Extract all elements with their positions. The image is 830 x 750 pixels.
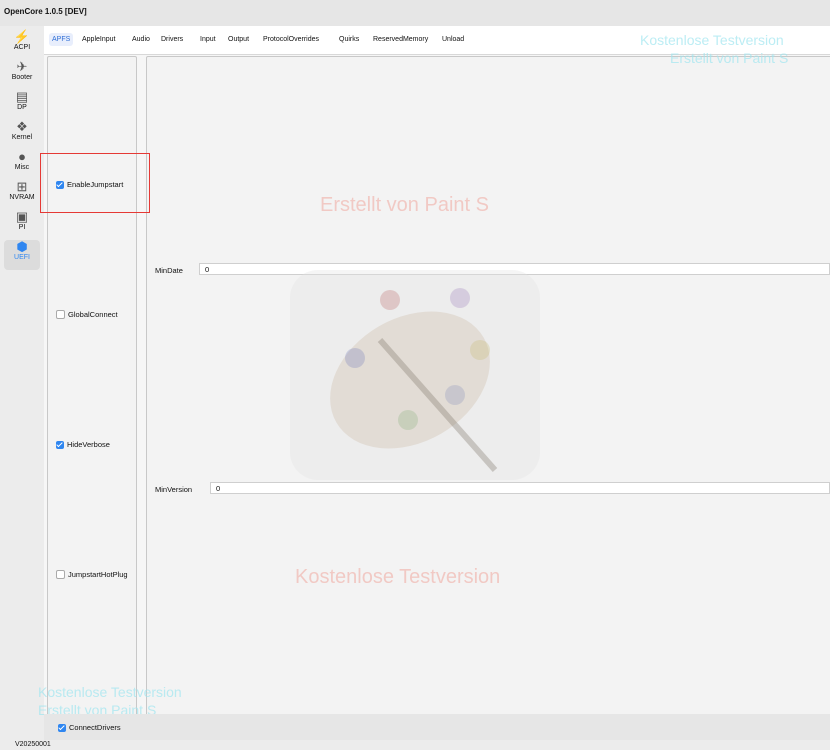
- connectdrivers-checkbox[interactable]: ConnectDrivers: [58, 723, 121, 732]
- watermark-free-trial: Kostenlose Testversion: [295, 566, 501, 588]
- tab-audio[interactable]: Audio: [132, 36, 150, 43]
- tab-appleinput[interactable]: AppleInput: [82, 36, 115, 43]
- checkbox-unchecked-icon: [56, 570, 65, 579]
- sidebar-item-acpi[interactable]: ⚡ ACPI: [4, 29, 40, 52]
- checkbox-checked-icon: [58, 723, 66, 732]
- sidebar-item-pi[interactable]: ▣ PI: [4, 209, 40, 232]
- tab-quirks[interactable]: Quirks: [339, 36, 359, 43]
- globalconnect-checkbox[interactable]: GlobalConnect: [56, 310, 118, 319]
- checkbox-unchecked-icon: [56, 310, 65, 319]
- sidebar-item-dp[interactable]: ▤ DP: [4, 89, 40, 112]
- sidebar-item-uefi[interactable]: ⬢ UEFI: [4, 240, 40, 270]
- sidebar-item-kernel[interactable]: ❖ Kernel: [4, 119, 40, 142]
- kernel-icon: ❖: [16, 119, 28, 134]
- chip-icon: ⊞: [16, 179, 28, 194]
- tab-unload[interactable]: Unload: [442, 36, 464, 43]
- jumpstarthotplug-checkbox[interactable]: JumpstartHotPlug: [56, 570, 128, 579]
- monitor-icon: ▣: [15, 209, 29, 224]
- enablejumpstart-highlight: [40, 153, 150, 213]
- tab-drivers[interactable]: Drivers: [161, 36, 183, 43]
- app-title: OpenCore 1.0.5 [DEV]: [4, 7, 87, 16]
- tab-input[interactable]: Input: [200, 36, 216, 43]
- sidebar: ⚡ ACPI ✈ Booter ▤ DP ❖ Kernel ● Misc ⊞ N…: [0, 26, 44, 726]
- rocket-icon: ✈: [16, 59, 28, 74]
- tab-apfs[interactable]: APFS: [49, 33, 74, 46]
- watermark-created-with-top: Erstellt von Paint S: [670, 50, 789, 66]
- misc-icon: ●: [18, 149, 26, 164]
- watermark-created-with: Erstellt von Paint S: [320, 194, 489, 216]
- sidebar-item-misc[interactable]: ● Misc: [4, 149, 40, 172]
- device-icon: ▤: [15, 89, 29, 104]
- watermark-free-trial-bottom: Kostenlose Testversion: [38, 684, 182, 700]
- cube-icon: ⬢: [16, 239, 28, 254]
- sidebar-item-booter[interactable]: ✈ Booter: [4, 59, 40, 82]
- paint-palette-watermark: [290, 270, 540, 480]
- version-label: V20250001: [15, 741, 51, 748]
- hideverbose-checkbox[interactable]: HideVerbose: [56, 440, 110, 449]
- tab-reservedmemory[interactable]: ReservedMemory: [373, 36, 428, 43]
- title-bar: OpenCore 1.0.5 [DEV]: [0, 0, 830, 26]
- watermark-free-trial-top: Kostenlose Testversion: [640, 32, 784, 48]
- tab-output[interactable]: Output: [228, 36, 249, 43]
- checkbox-checked-icon: [56, 440, 64, 449]
- minversion-label: MinVersion: [155, 485, 193, 494]
- minversion-field[interactable]: 0: [210, 482, 830, 494]
- bolt-icon: ⚡: [13, 29, 31, 44]
- sidebar-item-nvram[interactable]: ⊞ NVRAM: [4, 179, 40, 202]
- bottom-bar: ConnectDrivers: [44, 714, 830, 740]
- tab-protocoloverrides[interactable]: ProtocolOverrides: [263, 36, 319, 43]
- mindate-label: MinDate: [155, 266, 183, 275]
